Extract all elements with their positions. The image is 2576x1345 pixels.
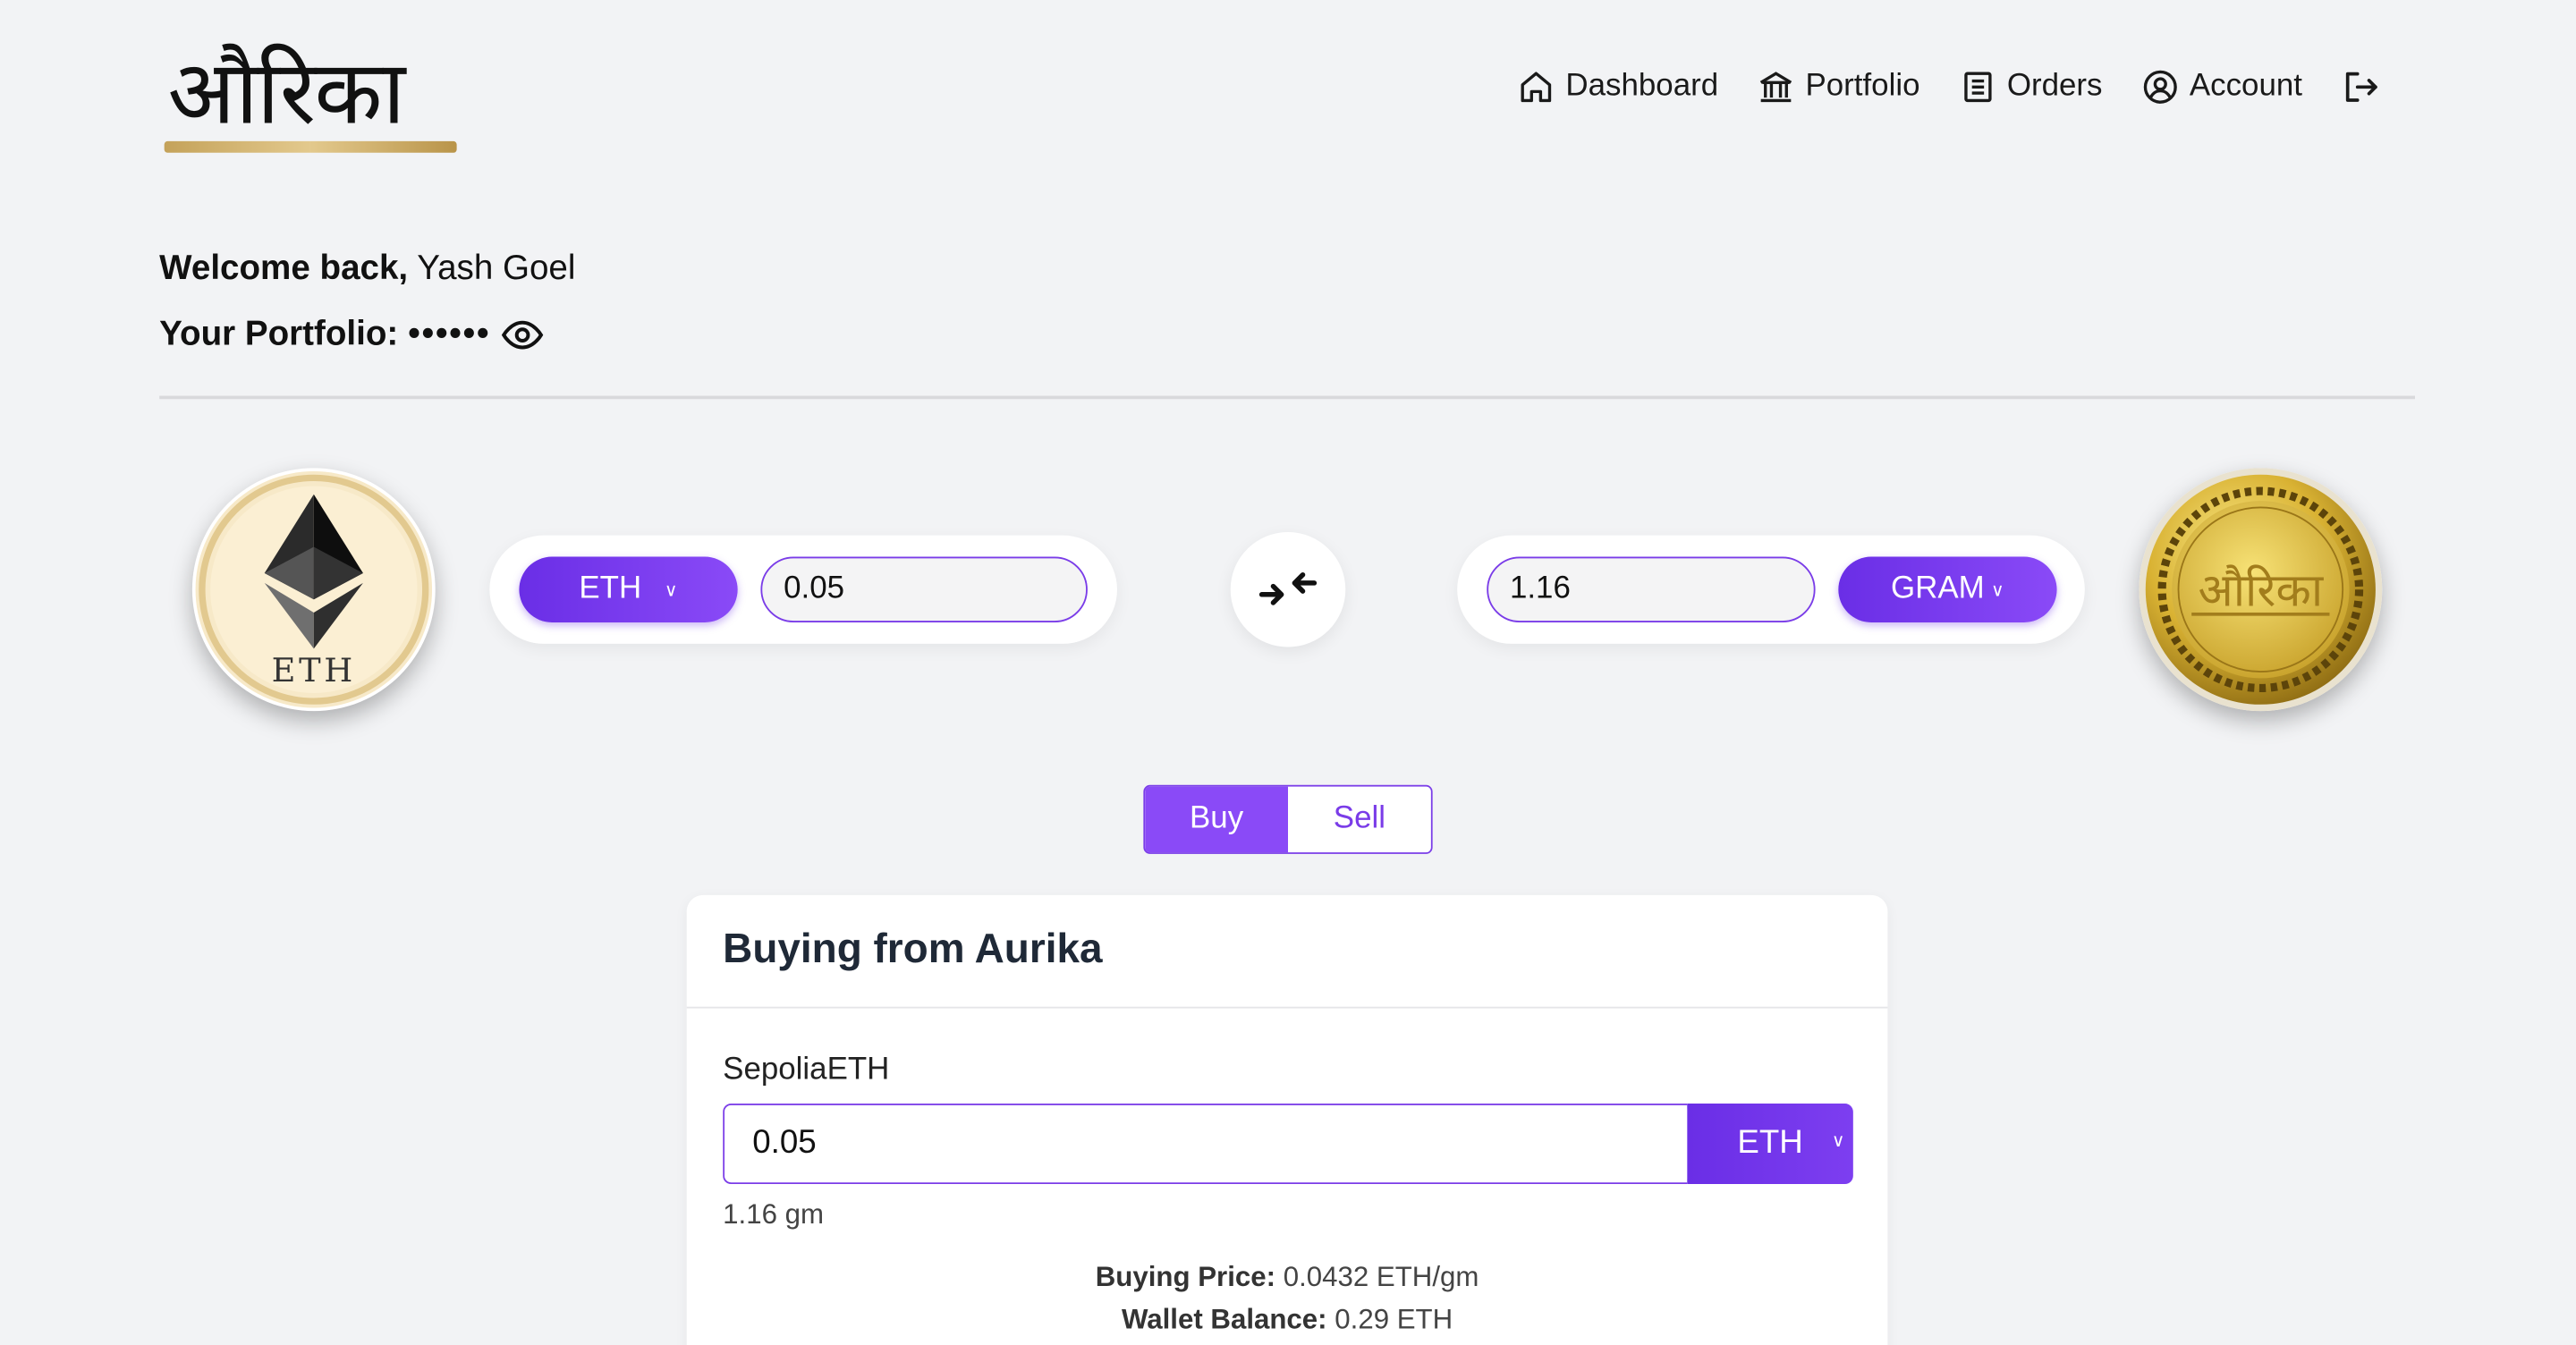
- portfolio-label: Your Portfolio:: [159, 315, 399, 353]
- balance-label: Wallet Balance:: [1121, 1304, 1327, 1335]
- brand-logo[interactable]: औरिका: [161, 23, 463, 171]
- to-amount-input[interactable]: [1487, 556, 1816, 622]
- chevron-down-icon: ∨: [1831, 1131, 1845, 1152]
- user-circle-icon: [2142, 69, 2178, 105]
- welcome-line: Welcome back, Yash Goel: [159, 250, 575, 289]
- from-amount-input[interactable]: [760, 556, 1088, 622]
- card-divider: [686, 1006, 1888, 1009]
- portfolio-value-masked: ••••••: [408, 315, 491, 353]
- logo-text: औरिका: [167, 40, 405, 145]
- logo-underline: [164, 140, 457, 153]
- nav-portfolio-label: Portfolio: [1805, 69, 1920, 104]
- price-value: 0.0432 ETH/gm: [1283, 1261, 1479, 1293]
- nav-account-label: Account: [2189, 69, 2302, 104]
- home-icon: [1518, 69, 1554, 105]
- gold-coin-logo: औरिका: [2198, 564, 2324, 618]
- gram-equivalent: 1.16 gm: [723, 1198, 825, 1231]
- buy-sell-toggle: Buy Sell: [1143, 784, 1433, 854]
- swap-button[interactable]: [1230, 531, 1346, 647]
- receipt-icon: [1960, 69, 1996, 105]
- to-token-select[interactable]: GRAM ∨: [1838, 556, 2057, 622]
- swap-arrows-icon: [1258, 571, 1318, 605]
- price-label: Buying Price:: [1095, 1261, 1276, 1293]
- sell-tab[interactable]: Sell: [1287, 786, 1431, 853]
- buy-amount-input[interactable]: [723, 1104, 1688, 1185]
- wallet-balance-line: Wallet Balance: 0.29 ETH: [687, 1304, 1888, 1337]
- chevron-down-icon: ∨: [664, 580, 678, 601]
- top-nav: Dashboard Portfolio Orders Account: [1518, 63, 2381, 112]
- buy-tab[interactable]: Buy: [1145, 786, 1288, 853]
- eth-coin-image: ETH: [191, 468, 436, 712]
- logout-icon[interactable]: [2342, 67, 2381, 106]
- user-name: Yash Goel: [417, 250, 576, 288]
- chevron-down-icon: ∨: [1991, 580, 2004, 601]
- unit-label: ETH: [1737, 1124, 1803, 1162]
- nav-account[interactable]: Account: [2142, 69, 2302, 105]
- bank-icon: [1758, 69, 1793, 105]
- section-divider: [159, 395, 2415, 400]
- nav-portfolio[interactable]: Portfolio: [1758, 69, 1920, 105]
- card-title: Buying from Aurika: [723, 926, 1103, 973]
- amount-field-label: SepoliaETH: [723, 1053, 890, 1087]
- buying-price-line: Buying Price: 0.0432 ETH/gm: [687, 1261, 1888, 1294]
- to-token-label: GRAM: [1891, 571, 1985, 606]
- welcome-prefix: Welcome back,: [159, 250, 409, 288]
- buy-card: Buying from Aurika SepoliaETH ETH ∨ 1.16…: [686, 894, 1888, 1345]
- balance-value: 0.29 ETH: [1335, 1304, 1453, 1335]
- unit-select[interactable]: ETH ∨: [1687, 1104, 1853, 1185]
- nav-orders[interactable]: Orders: [1960, 69, 2103, 105]
- nav-dashboard[interactable]: Dashboard: [1518, 69, 1718, 105]
- gold-coin-image: औरिका: [2139, 468, 2383, 712]
- from-token-label: ETH: [579, 571, 642, 606]
- eye-icon[interactable]: [500, 314, 543, 357]
- from-token-select[interactable]: ETH ∨: [519, 556, 738, 622]
- eth-coin-label: ETH: [272, 651, 356, 689]
- nav-dashboard-label: Dashboard: [1565, 69, 1719, 104]
- nav-orders-label: Orders: [2006, 69, 2103, 104]
- amount-input-group: ETH ∨: [723, 1104, 1853, 1185]
- portfolio-line: Your Portfolio: ••••••: [159, 314, 543, 357]
